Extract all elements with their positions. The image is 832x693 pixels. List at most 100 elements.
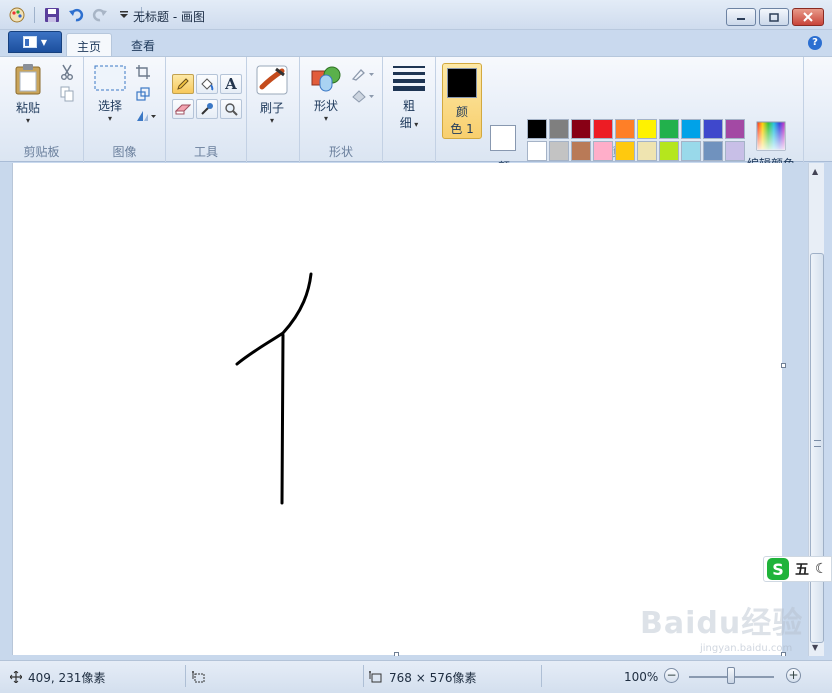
rotate-icon[interactable] (134, 107, 158, 125)
palette-swatch[interactable] (549, 119, 569, 139)
paste-button[interactable]: 粘贴 ▾ (14, 63, 42, 125)
scroll-down-arrow-icon[interactable]: ▼ (812, 643, 818, 652)
status-divider (541, 665, 542, 687)
palette-swatch[interactable] (549, 141, 569, 161)
palette-swatch[interactable] (703, 119, 723, 139)
group-label-clipboard: 剪贴板 (23, 145, 60, 159)
fill-tool[interactable] (196, 74, 218, 94)
zoom-out-button[interactable]: − (664, 668, 679, 683)
eraser-icon (175, 104, 191, 115)
outline-icon[interactable] (350, 65, 376, 83)
ime-mode-label: 五 (795, 562, 809, 578)
status-divider (363, 665, 364, 687)
undo-icon[interactable] (67, 6, 85, 24)
palette-swatch[interactable] (593, 141, 613, 161)
color-picker-tool[interactable] (196, 99, 218, 119)
palette-swatch[interactable] (615, 141, 635, 161)
palette-swatch[interactable] (615, 119, 635, 139)
pencil-tool[interactable] (172, 74, 194, 94)
palette-swatch[interactable] (527, 119, 547, 139)
palette-swatch[interactable] (659, 119, 679, 139)
resize-icon[interactable] (134, 85, 152, 103)
size-button[interactable]: 粗 细 ▾ (393, 65, 425, 131)
palette-swatch[interactable] (571, 141, 591, 161)
customize-qat-chevron-icon[interactable] (115, 6, 133, 24)
maximize-button[interactable] (759, 8, 789, 26)
text-a-icon: A (225, 75, 237, 93)
scroll-up-arrow-icon[interactable]: ▲ (812, 167, 818, 176)
text-tool[interactable]: A (220, 74, 242, 94)
palette-swatch[interactable] (593, 119, 613, 139)
cursor-position-text: 409, 231像素 (28, 670, 106, 685)
palette-swatch[interactable] (725, 141, 745, 161)
group-tools: A 工具 (166, 57, 247, 163)
group-label-shapes: 形状 (328, 145, 353, 159)
fill-shape-icon[interactable] (350, 87, 376, 105)
baidu-watermark: Baidu经验 (640, 606, 804, 641)
color1-label-line1: 颜 (455, 105, 468, 119)
palette-swatch[interactable] (527, 141, 547, 161)
select-button[interactable]: 选择 ▾ (94, 65, 126, 123)
zoom-in-button[interactable]: + (786, 668, 801, 683)
magnifier-tool[interactable] (220, 99, 242, 119)
tab-view[interactable]: 查看 (121, 33, 165, 56)
size-label-line1: 粗 (402, 99, 415, 113)
line-width-icon (393, 66, 425, 91)
vertical-scroll-thumb[interactable] (810, 253, 824, 643)
shapes-label: 形状 (313, 99, 338, 113)
selection-size (192, 666, 206, 688)
palette-swatch[interactable] (681, 141, 701, 161)
color1-button[interactable]: 颜 色 1 (442, 63, 482, 139)
vertical-stroke (280, 333, 285, 505)
eraser-tool[interactable] (172, 99, 194, 119)
canvas-resize-handle-right[interactable] (781, 363, 786, 368)
zoom-slider-thumb[interactable] (727, 667, 735, 684)
zoom-level: 100% (624, 666, 658, 688)
palette-swatch[interactable] (571, 119, 591, 139)
brushes-label: 刷子 (259, 101, 284, 115)
clipboard-icon (15, 64, 41, 95)
save-icon[interactable] (43, 6, 61, 24)
chevron-down-icon: ▾ (107, 114, 112, 123)
close-button[interactable] (792, 8, 824, 26)
palette-swatch[interactable] (637, 119, 657, 139)
tab-home[interactable]: 主页 (66, 33, 113, 56)
help-icon[interactable]: ? (808, 36, 822, 50)
minimize-button[interactable] (726, 8, 756, 26)
redo-icon[interactable] (91, 6, 109, 24)
shapes-button[interactable]: 形状 ▾ (310, 63, 342, 123)
cursor-crosshair-icon (10, 671, 22, 683)
paint-app-icon[interactable] (8, 6, 26, 24)
brushes-button[interactable]: 刷子 ▾ (256, 65, 288, 125)
selection-rectangle-icon (94, 65, 126, 91)
paste-label: 粘贴 (15, 101, 40, 115)
status-divider (185, 665, 186, 687)
drawing-strokes (235, 272, 313, 505)
copy-icon[interactable] (58, 85, 76, 103)
vertical-scrollbar[interactable]: ▲ ▼ (808, 163, 824, 656)
window-controls (726, 8, 824, 26)
brush-icon (256, 65, 288, 95)
baidu-watermark-url: jingyan.baidu.com (700, 643, 793, 654)
application-menu-button[interactable]: ▼ (8, 31, 62, 53)
title-bar: 无标题 - 画图 (0, 0, 832, 30)
ime-toolbar[interactable]: S 五 ☾ (763, 556, 832, 582)
sogou-s-icon: S (767, 558, 789, 580)
color1-label-line2: 色 1 (450, 122, 474, 136)
palette-swatch[interactable] (659, 141, 679, 161)
qat-separator (34, 7, 35, 23)
palette-swatch[interactable] (681, 119, 701, 139)
drawing-canvas[interactable] (12, 163, 782, 655)
crop-icon[interactable] (134, 63, 152, 81)
selection-size-icon (192, 671, 205, 683)
grip-icon (814, 440, 821, 447)
palette-swatch[interactable] (637, 141, 657, 161)
palette-swatch[interactable] (725, 119, 745, 139)
chevron-down-icon: ▾ (323, 114, 328, 123)
palette-swatch[interactable] (703, 141, 723, 161)
pencil-icon (177, 78, 189, 90)
cursor-position: 409, 231像素 (10, 666, 105, 688)
group-clipboard: 粘贴 ▾ 剪贴板 (0, 57, 84, 163)
cut-icon[interactable] (58, 63, 76, 81)
group-image: 选择 ▾ 图像 (84, 57, 166, 163)
